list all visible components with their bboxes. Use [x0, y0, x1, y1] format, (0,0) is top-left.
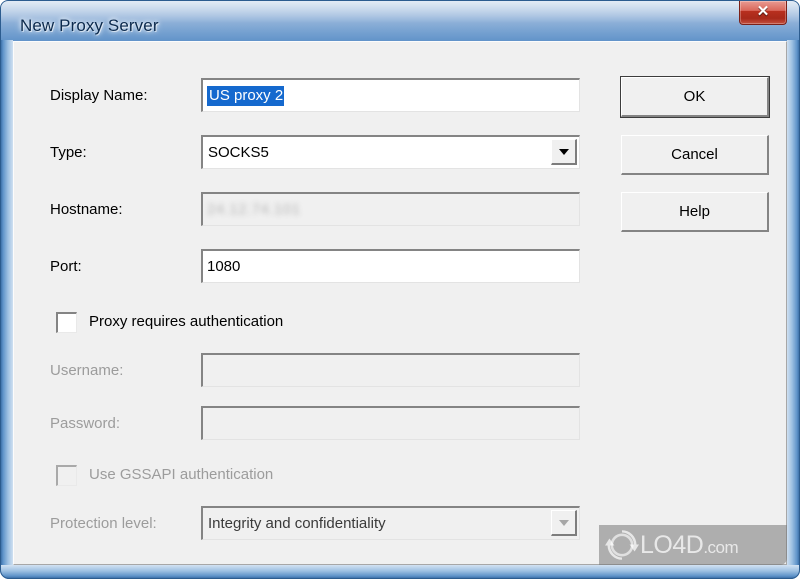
password-label: Password:: [50, 415, 121, 432]
watermark-domain: .com: [703, 537, 739, 557]
window-title: New Proxy Server: [20, 16, 159, 35]
hostname-label: Hostname:: [50, 201, 123, 218]
gssapi-checkbox: [56, 465, 77, 486]
gssapi-label: Use GSSAPI authentication: [89, 466, 274, 483]
username-input[interactable]: [201, 353, 580, 387]
requires-auth-label[interactable]: Proxy requires authentication: [89, 313, 283, 330]
chevron-down-icon: [558, 519, 569, 526]
window-frame-left: [0, 40, 13, 579]
row-gssapi: Use GSSAPI authentication: [14, 463, 786, 489]
row-username: Username:: [14, 353, 786, 387]
requires-auth-checkbox[interactable]: [56, 312, 77, 333]
protection-level-select: Integrity and confidentiality: [201, 506, 580, 540]
type-dropdown-button[interactable]: [551, 139, 577, 165]
protection-level-value: Integrity and confidentiality: [208, 515, 386, 532]
port-input[interactable]: 1080: [201, 249, 580, 283]
port-label: Port:: [50, 258, 82, 275]
display-name-label: Display Name:: [50, 87, 148, 104]
watermark-name: LO4D: [640, 530, 704, 559]
watermark: LO4D.com: [599, 525, 787, 565]
dialog-window: New Proxy Server ✕ Display Name: US prox…: [0, 0, 800, 579]
hostname-input[interactable]: 24.12.74.101: [201, 192, 580, 226]
row-password: Password:: [14, 406, 786, 440]
circular-arrows-icon: [605, 528, 639, 562]
type-select[interactable]: SOCKS5: [201, 135, 580, 169]
row-requires-auth: Proxy requires authentication: [14, 310, 786, 336]
row-port: Port: 1080: [14, 249, 786, 283]
help-button[interactable]: Help: [621, 192, 769, 232]
cancel-button[interactable]: Cancel: [621, 135, 769, 175]
close-icon: ✕: [756, 3, 770, 20]
username-label: Username:: [50, 362, 124, 379]
window-frame-bottom: [0, 565, 800, 579]
dialog-client-area: Display Name: US proxy 2 Type: SOCKS5 Ho…: [13, 41, 787, 565]
close-button[interactable]: ✕: [739, 1, 787, 25]
protection-level-dropdown-button: [551, 510, 577, 536]
ok-button[interactable]: OK: [620, 76, 770, 118]
password-input[interactable]: [201, 406, 580, 440]
type-value: SOCKS5: [208, 144, 269, 161]
port-value: 1080: [207, 258, 241, 275]
type-label: Type:: [50, 144, 87, 161]
window-frame-right: [787, 40, 800, 579]
title-bar[interactable]: New Proxy Server ✕: [0, 0, 800, 40]
display-name-value: US proxy 2: [207, 85, 285, 106]
protection-level-label: Protection level:: [50, 515, 157, 532]
watermark-text: LO4D.com: [640, 530, 739, 559]
display-name-input[interactable]: US proxy 2: [201, 78, 580, 112]
hostname-value: 24.12.74.101: [207, 201, 301, 218]
chevron-down-icon: [558, 148, 569, 155]
